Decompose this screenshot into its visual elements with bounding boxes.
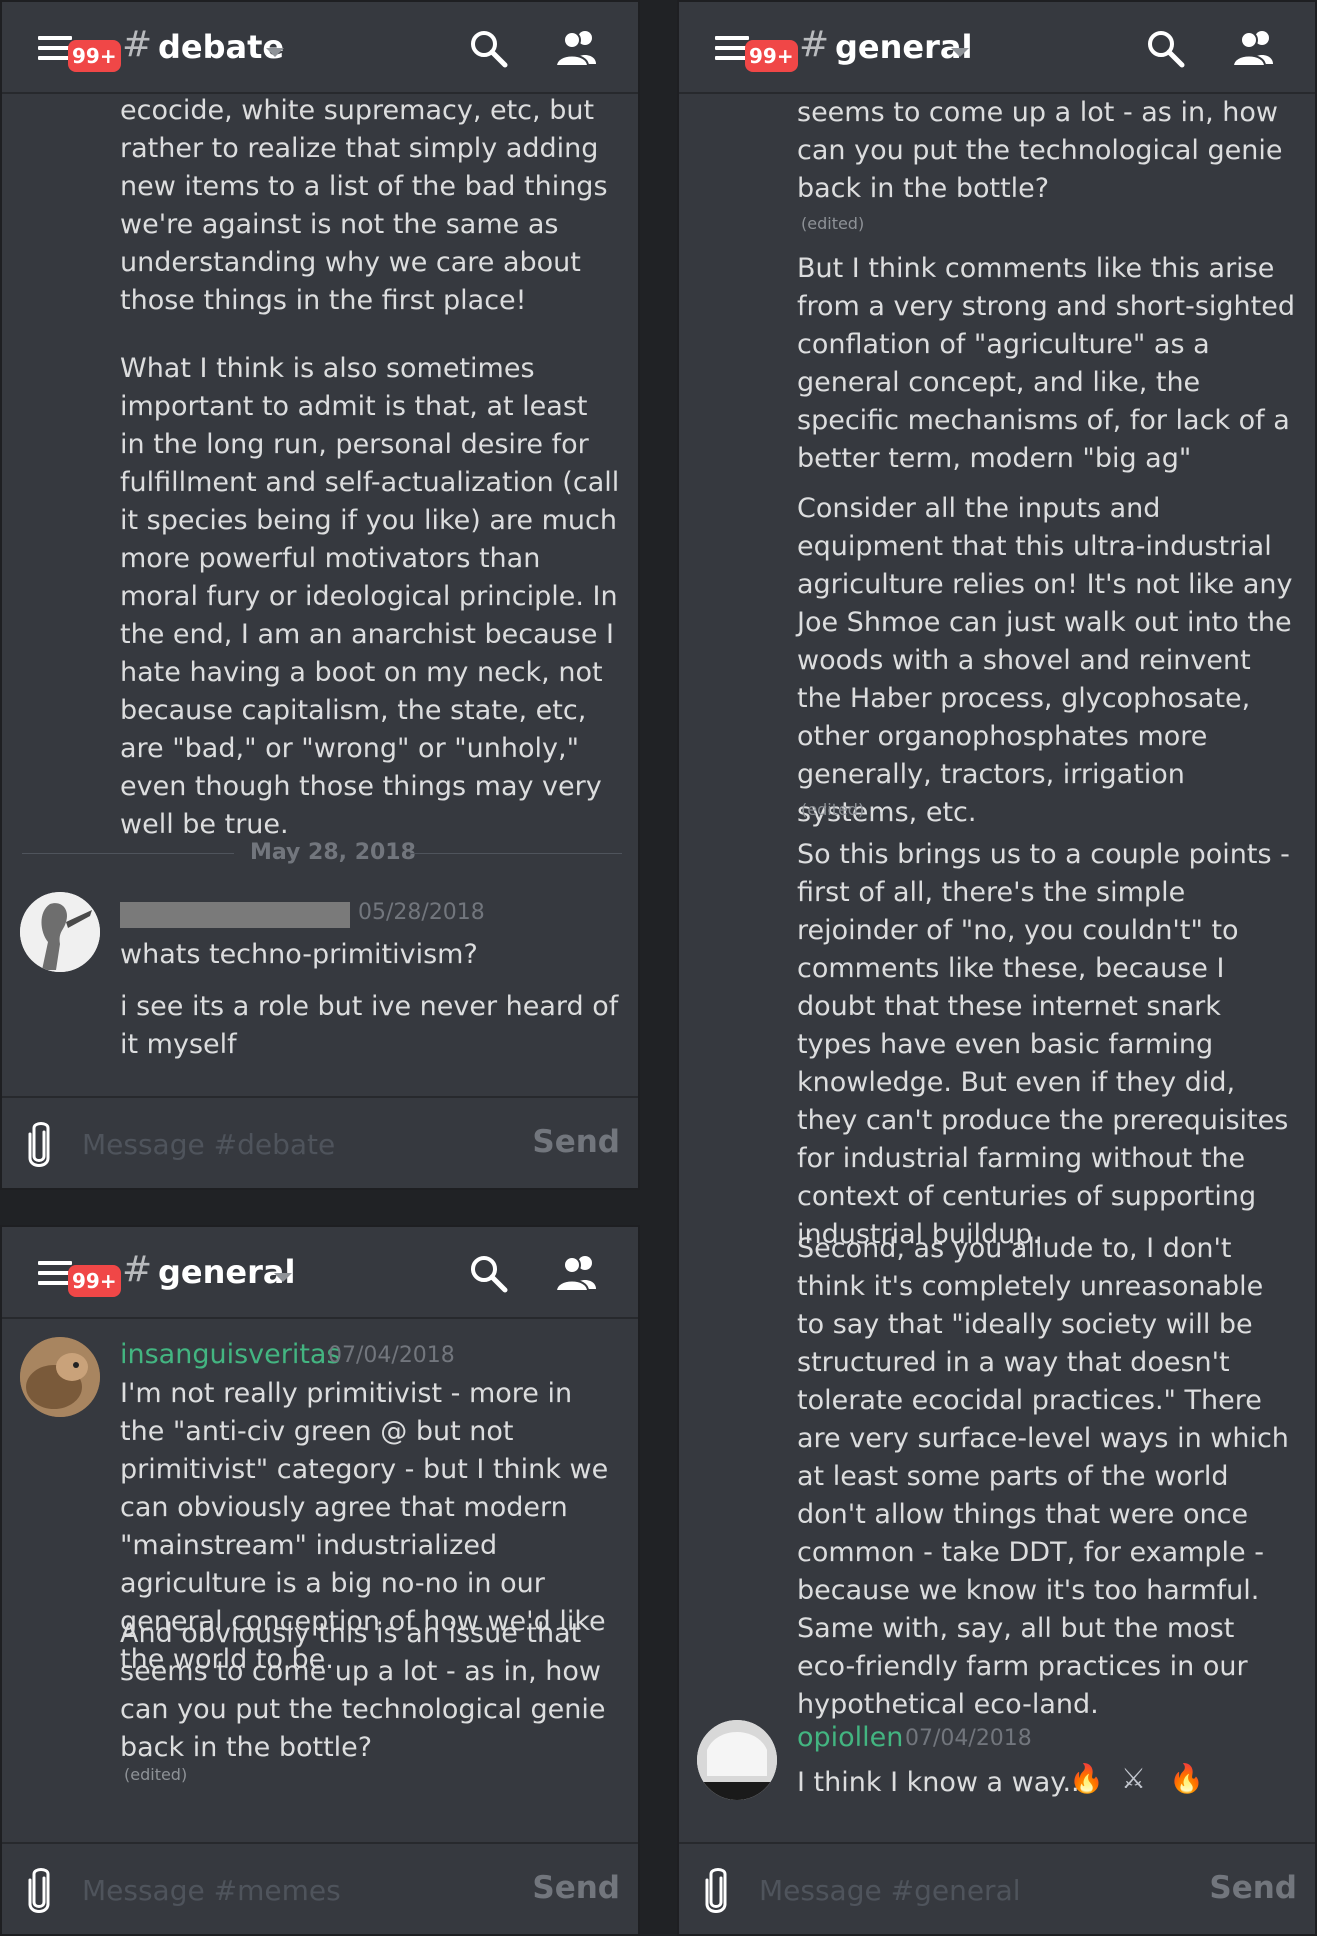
notification-badge: 99+: [745, 40, 798, 72]
message-paragraph: Second, as you allude to, I don't think …: [797, 1233, 1289, 1720]
chevron-down-icon[interactable]: [274, 1273, 292, 1282]
notification-badge: 99+: [68, 40, 121, 72]
message-paragraph: But I think comments like this arise fro…: [797, 253, 1295, 474]
username[interactable]: opiollen: [797, 1722, 903, 1753]
date-divider-line: [22, 853, 234, 854]
edited-label: (edited): [801, 800, 865, 819]
channel-header: 99+ # general: [679, 2, 1315, 94]
channel-hash: #: [122, 1249, 153, 1290]
message-line: whats techno-primitivism?: [120, 939, 478, 970]
message-composer: Send: [679, 1842, 1315, 1934]
redacted-username: [120, 902, 350, 928]
members-icon[interactable]: [1229, 28, 1279, 68]
hamburger-menu-icon[interactable]: [38, 34, 72, 62]
general-panel-large: 99+ # general seems to come up a lot - a…: [677, 0, 1317, 1936]
channel-name[interactable]: general: [835, 28, 972, 66]
message-paragraph: Consider all the inputs and equipment th…: [797, 493, 1293, 828]
paperclip-icon[interactable]: [24, 1866, 54, 1914]
message-paragraph: And obviously this is an issue that seem…: [120, 1618, 606, 1763]
search-icon[interactable]: [468, 28, 508, 68]
message-paragraph: What I think is also sometimes important…: [120, 353, 620, 840]
message-input[interactable]: [757, 1864, 1161, 1916]
channel-name[interactable]: debate: [158, 28, 284, 66]
channel-name[interactable]: general: [158, 1253, 295, 1291]
channel-hash: #: [799, 24, 830, 65]
debate-panel: 99+ # debate ecocide, white supremacy, e…: [0, 0, 640, 1190]
notification-badge: 99+: [68, 1265, 121, 1297]
message-composer: Send: [2, 1096, 638, 1188]
send-button[interactable]: Send: [1209, 1870, 1297, 1906]
avatar[interactable]: [697, 1720, 777, 1800]
channel-hash: #: [122, 24, 153, 65]
username[interactable]: insanguisveritas: [120, 1339, 341, 1370]
channel-header: 99+ # general: [2, 1227, 638, 1319]
message-paragraph: seems to come up a lot - as in, how can …: [797, 97, 1283, 204]
send-button[interactable]: Send: [532, 1124, 620, 1160]
crossed-swords-icon: ⚔: [1121, 1762, 1147, 1795]
message-list: seems to come up a lot - as in, how can …: [679, 92, 1315, 1842]
message-composer: Send: [2, 1842, 638, 1934]
members-icon[interactable]: [552, 1253, 602, 1293]
message-paragraph: So this brings us to a couple points - f…: [797, 839, 1290, 1250]
search-icon[interactable]: [468, 1253, 508, 1293]
message-timestamp: 07/04/2018: [905, 1726, 1032, 1751]
date-divider: May 28, 2018: [250, 840, 416, 865]
message-list: ecocide, white supremacy, etc, but rathe…: [2, 92, 638, 1096]
members-icon[interactable]: [552, 28, 602, 68]
channel-header: 99+ # debate: [2, 2, 638, 94]
general-panel-small: 99+ # general insanguisveritas 07/04/201…: [0, 1225, 640, 1936]
message-text: I think I know a way...: [797, 1767, 1089, 1798]
message-timestamp: 05/28/2018: [358, 900, 485, 925]
search-icon[interactable]: [1145, 28, 1185, 68]
hamburger-menu-icon[interactable]: [38, 1259, 72, 1287]
message-input[interactable]: [80, 1864, 484, 1916]
fire-icon: 🔥: [1169, 1762, 1204, 1795]
avatar[interactable]: [20, 1337, 100, 1417]
edited-label: (edited): [801, 214, 865, 233]
edited-label: (edited): [124, 1765, 188, 1784]
avatar[interactable]: [20, 892, 100, 972]
message-paragraph: ecocide, white supremacy, etc, but rathe…: [120, 95, 608, 316]
paperclip-icon[interactable]: [701, 1866, 731, 1914]
paperclip-icon[interactable]: [24, 1120, 54, 1168]
send-button[interactable]: Send: [532, 1870, 620, 1906]
hamburger-menu-icon[interactable]: [715, 34, 749, 62]
message-input[interactable]: [80, 1118, 484, 1170]
message-line: i see its a role but ive never heard of …: [120, 991, 619, 1060]
message-list: insanguisveritas 07/04/2018 I'm not real…: [2, 1317, 638, 1842]
chevron-down-icon[interactable]: [951, 48, 969, 57]
fire-icon: 🔥: [1069, 1762, 1104, 1795]
message-timestamp: 07/04/2018: [328, 1343, 455, 1368]
date-divider-line: [410, 853, 622, 854]
chevron-down-icon[interactable]: [266, 48, 284, 57]
